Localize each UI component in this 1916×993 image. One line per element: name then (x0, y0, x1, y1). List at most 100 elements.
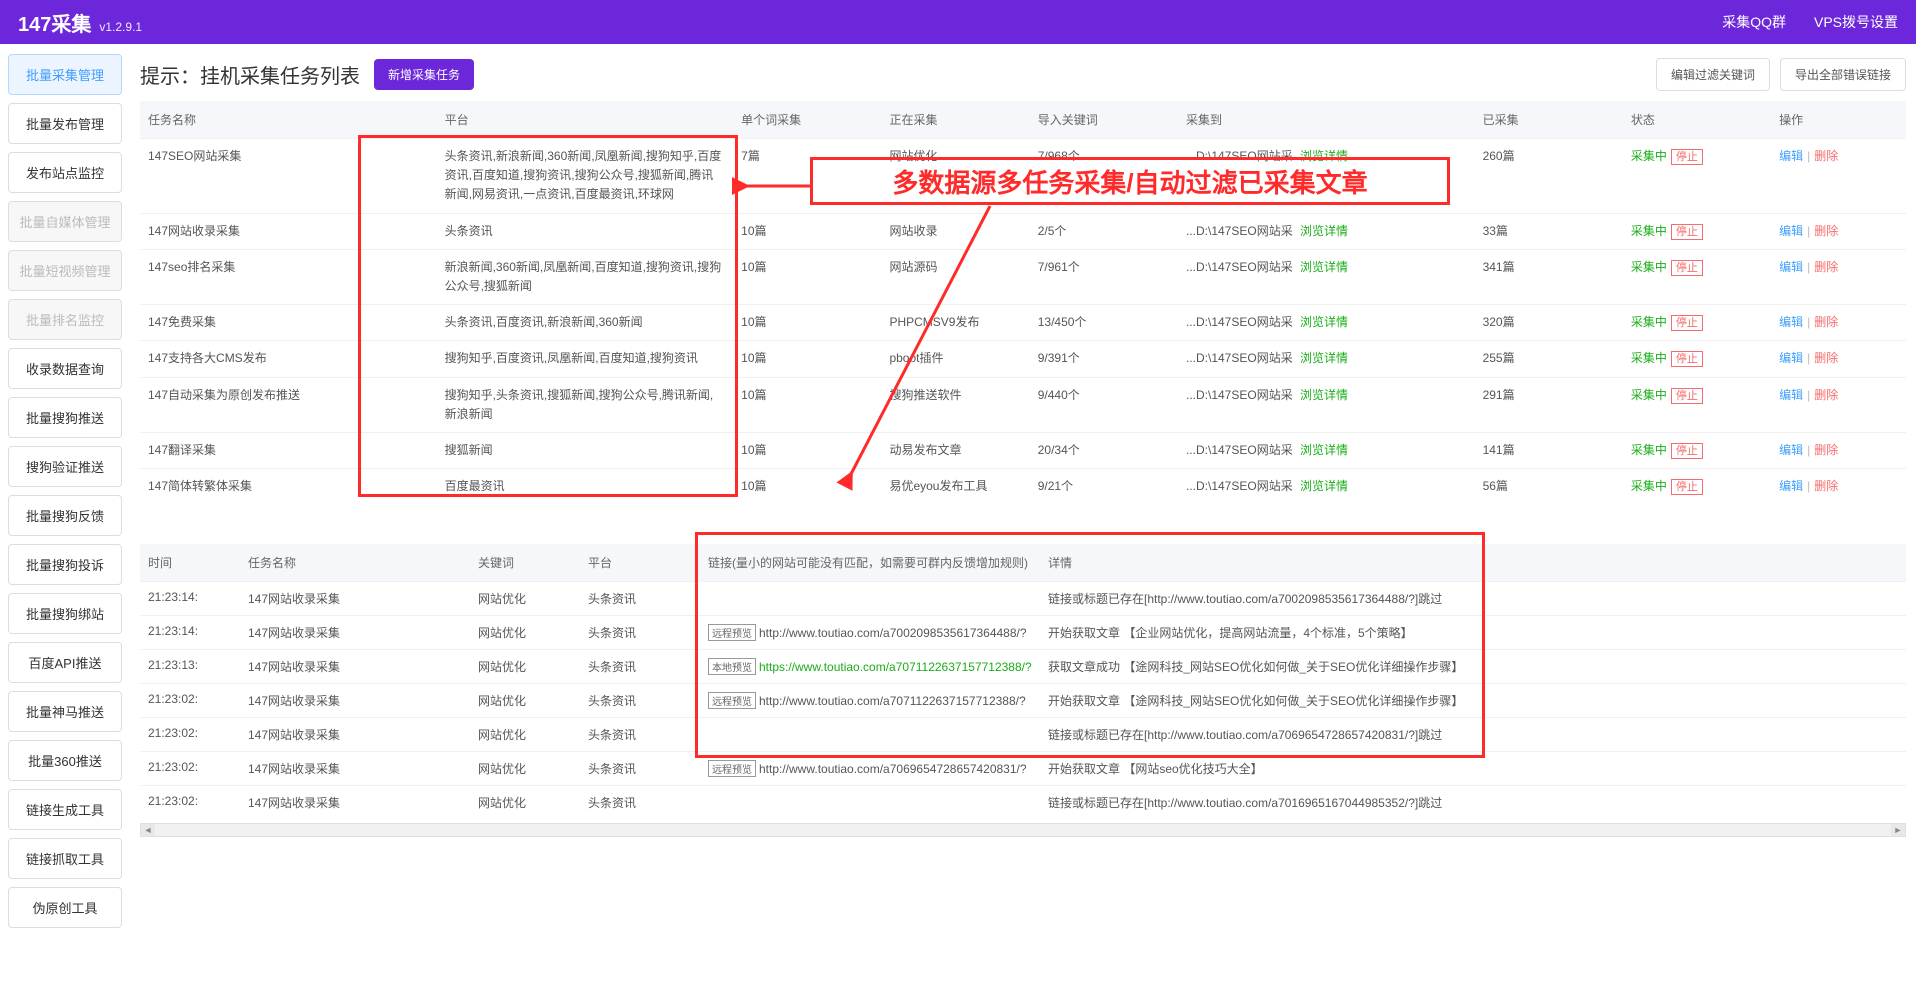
task-status: 采集中停止 (1623, 341, 1771, 377)
sidebar-item-7[interactable]: 批量搜狗推送 (8, 397, 122, 438)
task-target: ...D:\147SEO网站采 浏览详情 (1178, 469, 1475, 505)
task-imported: 13/450个 (1030, 305, 1178, 341)
log-link[interactable]: https://www.toutiao.com/a707112263715771… (759, 660, 1032, 674)
sidebar-item-17[interactable]: 伪原创工具 (8, 887, 122, 928)
new-task-button[interactable]: 新增采集任务 (374, 59, 474, 90)
stop-button[interactable]: 停止 (1671, 388, 1703, 404)
log-platform: 头条资讯 (580, 684, 700, 718)
task-status: 采集中停止 (1623, 469, 1771, 505)
local-preview-tag[interactable]: 本地预览 (708, 658, 756, 675)
table-row: 147自动采集为原创发布推送搜狗知乎,头条资讯,搜狐新闻,搜狗公众号,腾讯新闻,… (140, 377, 1906, 432)
edit-link[interactable]: 编辑 (1779, 260, 1803, 274)
remote-preview-tag[interactable]: 远程预览 (708, 624, 756, 641)
sidebar-item-1[interactable]: 批量发布管理 (8, 103, 122, 144)
delete-link[interactable]: 删除 (1814, 443, 1838, 457)
task-status: 采集中停止 (1623, 249, 1771, 304)
col-name: 任务名称 (140, 101, 437, 139)
log-task: 147网站收录采集 (240, 718, 470, 752)
log-linkcell: 远程预览http://www.toutiao.com/a700209853561… (700, 616, 1040, 650)
list-item: 21:23:14:147网站收录采集网站优化头条资讯远程预览http://www… (140, 616, 1906, 650)
main-header: 提示：挂机采集任务列表 新增采集任务 编辑过滤关键词 导出全部错误链接 (140, 44, 1906, 101)
sidebar-item-15[interactable]: 链接生成工具 (8, 789, 122, 830)
browse-link[interactable]: 浏览详情 (1300, 149, 1348, 163)
edit-link[interactable]: 编辑 (1779, 351, 1803, 365)
sidebar-item-16[interactable]: 链接抓取工具 (8, 838, 122, 879)
scroll-left-icon[interactable]: ◄ (141, 824, 155, 836)
log-link[interactable]: http://www.toutiao.com/a7071122637157712… (759, 694, 1026, 708)
col-op: 操作 (1771, 101, 1906, 139)
log-link[interactable]: http://www.toutiao.com/a7069654728657420… (759, 762, 1027, 776)
sidebar-item-5: 批量排名监控 (8, 299, 122, 340)
log-link[interactable]: http://www.toutiao.com/a7002098535617364… (759, 626, 1027, 640)
edit-filter-button[interactable]: 编辑过滤关键词 (1656, 58, 1770, 91)
remote-preview-tag[interactable]: 远程预览 (708, 692, 756, 709)
stop-button[interactable]: 停止 (1671, 260, 1703, 276)
scroll-right-icon[interactable]: ► (1891, 824, 1905, 836)
table-row: 147翻译采集搜狐新闻10篇动易发布文章20/34个...D:\147SEO网站… (140, 432, 1906, 468)
browse-link[interactable]: 浏览详情 (1300, 351, 1348, 365)
browse-link[interactable]: 浏览详情 (1300, 315, 1348, 329)
remote-preview-tag[interactable]: 远程预览 (708, 760, 756, 777)
sidebar-item-8[interactable]: 搜狗验证推送 (8, 446, 122, 487)
log-time: 21:23:02: (140, 684, 240, 718)
sidebar-item-2[interactable]: 发布站点监控 (8, 152, 122, 193)
stop-button[interactable]: 停止 (1671, 315, 1703, 331)
sidebar-item-0[interactable]: 批量采集管理 (8, 54, 122, 95)
sidebar-item-6[interactable]: 收录数据查询 (8, 348, 122, 389)
sidebar-item-12[interactable]: 百度API推送 (8, 642, 122, 683)
task-status: 采集中停止 (1623, 213, 1771, 249)
vps-link[interactable]: VPS拨号设置 (1814, 12, 1898, 32)
sidebar-item-11[interactable]: 批量搜狗绑站 (8, 593, 122, 634)
sidebar-item-14[interactable]: 批量360推送 (8, 740, 122, 781)
delete-link[interactable]: 删除 (1814, 351, 1838, 365)
task-table: 任务名称 平台 单个词采集 正在采集 导入关键词 采集到 已采集 状态 操作 1… (140, 101, 1906, 504)
log-keyword: 网站优化 (470, 786, 580, 820)
log-linkcell: 本地预览https://www.toutiao.com/a70711226371… (700, 650, 1040, 684)
log-platform: 头条资讯 (580, 650, 700, 684)
log-keyword: 网站优化 (470, 718, 580, 752)
edit-link[interactable]: 编辑 (1779, 315, 1803, 329)
edit-link[interactable]: 编辑 (1779, 479, 1803, 493)
export-errors-button[interactable]: 导出全部错误链接 (1780, 58, 1906, 91)
delete-link[interactable]: 删除 (1814, 149, 1838, 163)
task-platform: 搜狗知乎,百度资讯,凤凰新闻,百度知道,搜狗资讯 (437, 341, 734, 377)
task-imported: 7/961个 (1030, 249, 1178, 304)
stop-button[interactable]: 停止 (1671, 443, 1703, 459)
browse-link[interactable]: 浏览详情 (1300, 388, 1348, 402)
stop-button[interactable]: 停止 (1671, 479, 1703, 495)
log-time: 21:23:02: (140, 718, 240, 752)
stop-button[interactable]: 停止 (1671, 149, 1703, 165)
edit-link[interactable]: 编辑 (1779, 224, 1803, 238)
task-platform: 头条资讯,新浪新闻,360新闻,凤凰新闻,搜狗知乎,百度资讯,百度知道,搜狗资讯… (437, 139, 734, 214)
main-area: 提示：挂机采集任务列表 新增采集任务 编辑过滤关键词 导出全部错误链接 任务名称… (130, 44, 1916, 938)
task-collecting: 易优eyou发布工具 (881, 469, 1029, 505)
sidebar-item-10[interactable]: 批量搜狗投诉 (8, 544, 122, 585)
qqgroup-link[interactable]: 采集QQ群 (1722, 12, 1786, 32)
delete-link[interactable]: 删除 (1814, 315, 1838, 329)
task-single: 7篇 (733, 139, 881, 214)
browse-link[interactable]: 浏览详情 (1300, 479, 1348, 493)
delete-link[interactable]: 删除 (1814, 388, 1838, 402)
delete-link[interactable]: 删除 (1814, 260, 1838, 274)
edit-link[interactable]: 编辑 (1779, 443, 1803, 457)
delete-link[interactable]: 删除 (1814, 224, 1838, 238)
stop-button[interactable]: 停止 (1671, 351, 1703, 367)
logcol-time: 时间 (140, 544, 240, 582)
topbar: 147采集 v1.2.9.1 采集QQ群 VPS拨号设置 (0, 0, 1916, 44)
sidebar-item-13[interactable]: 批量神马推送 (8, 691, 122, 732)
task-target: ...D:\147SEO网站采 浏览详情 (1178, 305, 1475, 341)
stop-button[interactable]: 停止 (1671, 224, 1703, 240)
table-row: 147支持各大CMS发布搜狗知乎,百度资讯,凤凰新闻,百度知道,搜狗资讯10篇p… (140, 341, 1906, 377)
task-imported: 7/968个 (1030, 139, 1178, 214)
task-collecting: pboot插件 (881, 341, 1029, 377)
delete-link[interactable]: 删除 (1814, 479, 1838, 493)
task-ops: 编辑|删除 (1771, 213, 1906, 249)
col-status: 状态 (1623, 101, 1771, 139)
horizontal-scrollbar[interactable]: ◄ ► (140, 823, 1906, 837)
browse-link[interactable]: 浏览详情 (1300, 224, 1348, 238)
edit-link[interactable]: 编辑 (1779, 149, 1803, 163)
sidebar-item-9[interactable]: 批量搜狗反馈 (8, 495, 122, 536)
browse-link[interactable]: 浏览详情 (1300, 443, 1348, 457)
edit-link[interactable]: 编辑 (1779, 388, 1803, 402)
browse-link[interactable]: 浏览详情 (1300, 260, 1348, 274)
